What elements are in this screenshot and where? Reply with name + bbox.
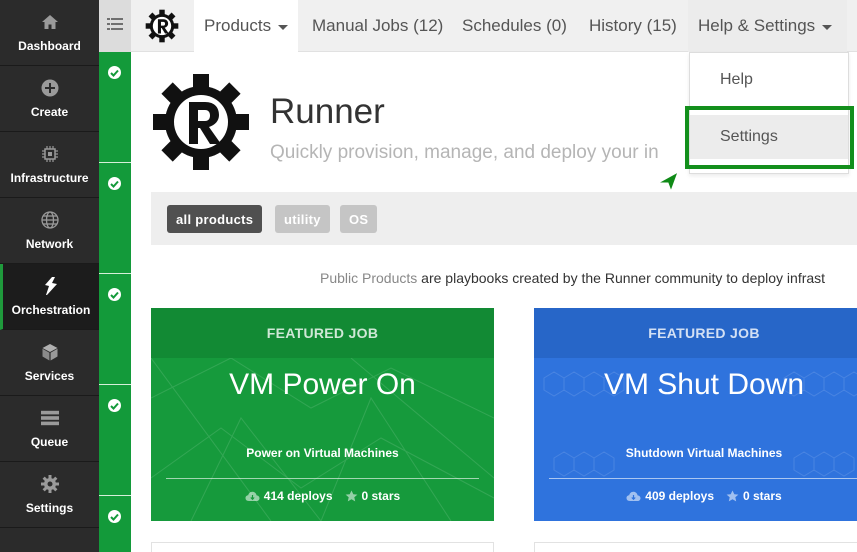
nav-item-label: Create bbox=[30, 104, 69, 119]
filter-all-products[interactable]: all products bbox=[167, 205, 263, 233]
nav-item-dashboard[interactable]: Dashboard bbox=[0, 0, 99, 66]
check-circle-icon bbox=[108, 510, 121, 523]
nav-item-create[interactable]: Create bbox=[0, 66, 99, 132]
card-deploys: 414 deploys bbox=[263, 489, 333, 503]
strip-divider bbox=[99, 495, 131, 496]
public-products-link[interactable]: Public Products bbox=[320, 270, 417, 286]
chip-icon bbox=[41, 145, 59, 163]
star-icon bbox=[345, 490, 358, 502]
card-stats: 409 deploys 0 stars bbox=[534, 489, 857, 503]
card-header: FEATURED JOB bbox=[534, 308, 857, 358]
status-strip bbox=[99, 52, 131, 552]
chevron-down-icon bbox=[278, 25, 289, 30]
cube-icon bbox=[41, 343, 59, 361]
check-circle-icon bbox=[108, 399, 121, 412]
runner-logo-small[interactable] bbox=[145, 9, 179, 43]
list-menu-button[interactable] bbox=[99, 0, 131, 52]
nav-item-network[interactable]: Network bbox=[0, 198, 99, 264]
tab-label: Schedules (0) bbox=[462, 16, 567, 35]
runner-logo bbox=[151, 72, 251, 172]
card-divider bbox=[549, 478, 857, 479]
check-circle-icon bbox=[108, 288, 121, 301]
card-title: VM Shut Down bbox=[603, 368, 805, 401]
check-circle-icon bbox=[108, 177, 121, 190]
tab-label: Products bbox=[204, 16, 272, 35]
cloud-download-icon bbox=[245, 491, 260, 502]
page-subtitle: Quickly provision, manage, and deploy yo… bbox=[270, 142, 659, 163]
card-stats: 414 deploys 0 stars bbox=[151, 489, 494, 503]
chevron-down-icon bbox=[822, 25, 833, 30]
nav-item-label: Infrastructure bbox=[10, 170, 89, 185]
card-header: FEATURED JOB bbox=[151, 308, 494, 358]
nav-item-label: Orchestration bbox=[11, 302, 91, 317]
plus-circle-icon bbox=[41, 79, 59, 97]
top-bar: Products Manual Jobs (12) Schedules (0) … bbox=[99, 0, 857, 52]
nav-item-settings[interactable]: Settings bbox=[0, 462, 99, 528]
card-deploys: 409 deploys bbox=[645, 489, 714, 503]
card-description: Shutdown Virtual Machines bbox=[625, 446, 783, 460]
gear-icon bbox=[40, 474, 59, 493]
tab-history[interactable]: History (15) bbox=[579, 0, 687, 52]
list-icon bbox=[107, 17, 123, 36]
card-stars: 0 stars bbox=[361, 489, 401, 503]
nav-item-label: Queue bbox=[30, 434, 69, 449]
intro-body: are playbooks created by the Runner comm… bbox=[417, 270, 826, 286]
orchestration-icon bbox=[42, 276, 60, 295]
nav-item-orchestration[interactable]: Orchestration bbox=[0, 264, 99, 330]
nav-item-infrastructure[interactable]: Infrastructure bbox=[0, 132, 99, 198]
filter-utility[interactable]: utility bbox=[275, 205, 330, 233]
card-title: VM Power On bbox=[229, 368, 416, 401]
strip-divider bbox=[99, 384, 131, 385]
nav-item-label: Dashboard bbox=[18, 38, 81, 53]
filter-os[interactable]: OS bbox=[340, 205, 378, 233]
featured-job-card[interactable]: FEATURED JOB VM Shut Down Shutdown Virtu… bbox=[534, 308, 857, 521]
tab-schedules[interactable]: Schedules (0) bbox=[452, 0, 577, 52]
star-icon bbox=[726, 490, 739, 502]
intro-text: Public Products are playbooks created by… bbox=[320, 270, 825, 286]
left-nav: Dashboard Create Infrastructure Network … bbox=[0, 0, 99, 552]
product-card-stub[interactable] bbox=[151, 542, 494, 552]
settings-highlight-box bbox=[685, 106, 854, 169]
queue-icon bbox=[40, 409, 59, 427]
cloud-download-icon bbox=[626, 491, 641, 502]
card-divider bbox=[166, 478, 479, 479]
cursor-arrow-icon bbox=[656, 170, 680, 198]
nav-item-label: Settings bbox=[25, 500, 74, 515]
card-description: Power on Virtual Machines bbox=[246, 446, 399, 460]
product-card-stub[interactable] bbox=[534, 542, 857, 552]
menu-item-help[interactable]: Help bbox=[690, 58, 848, 102]
globe-icon bbox=[40, 210, 59, 229]
tab-label: History (15) bbox=[589, 16, 677, 35]
nav-item-services[interactable]: Services bbox=[0, 330, 99, 396]
tab-label: Manual Jobs (12) bbox=[312, 16, 444, 35]
card-stars: 0 stars bbox=[743, 489, 782, 503]
strip-divider bbox=[99, 273, 131, 274]
tab-products[interactable]: Products bbox=[194, 0, 298, 52]
tab-help-settings[interactable]: Help & Settings bbox=[688, 0, 847, 52]
page-title: Runner bbox=[270, 92, 385, 131]
nav-item-label: Network bbox=[25, 236, 74, 251]
tab-label: Help & Settings bbox=[698, 16, 816, 35]
filter-bar: all products utility OS bbox=[151, 192, 857, 245]
check-circle-icon bbox=[108, 66, 121, 79]
nav-item-queue[interactable]: Queue bbox=[0, 396, 99, 462]
home-icon bbox=[41, 13, 59, 31]
strip-divider bbox=[99, 162, 131, 163]
tab-manual-jobs[interactable]: Manual Jobs (12) bbox=[302, 0, 453, 52]
featured-job-card[interactable]: FEATURED JOB VM Power On Power on Virtua… bbox=[151, 308, 494, 521]
nav-item-label: Services bbox=[24, 368, 75, 383]
